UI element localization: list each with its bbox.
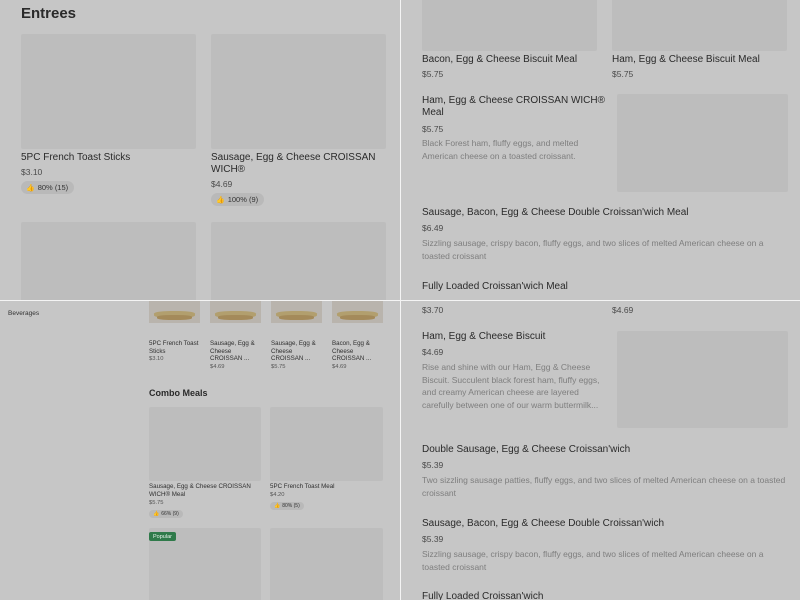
item-image[interactable] bbox=[211, 222, 386, 300]
item-image[interactable] bbox=[149, 407, 261, 481]
item-image[interactable] bbox=[270, 407, 383, 481]
list-item-name[interactable]: Double Sausage, Egg & Cheese Croissan'wi… bbox=[422, 444, 630, 456]
item-price: $3.10 bbox=[21, 167, 43, 177]
list-item-description: Black Forest ham, fluffy eggs, and melte… bbox=[422, 138, 579, 161]
store-page-panel: Beverages 5PC French Toast Sticks $3.10 … bbox=[0, 301, 400, 600]
item-image[interactable] bbox=[210, 301, 261, 323]
item-image[interactable] bbox=[271, 301, 322, 323]
thumbs-up-icon: 👍 bbox=[274, 503, 281, 509]
list-item-name[interactable]: Sausage, Bacon, Egg & Cheese Double Croi… bbox=[422, 207, 689, 219]
item-image[interactable] bbox=[21, 34, 196, 149]
section-title-entrees: Entrees bbox=[21, 5, 77, 22]
list-item-price: $6.49 bbox=[422, 223, 444, 233]
item-name[interactable]: 5PC French Toast Sticks bbox=[21, 152, 196, 164]
item-price: $4.69 bbox=[612, 305, 634, 315]
list-item-name[interactable]: Ham, Egg & Cheese CROISSAN WICH® Meal bbox=[422, 95, 607, 119]
thumbs-up-icon: 👍 bbox=[26, 184, 35, 192]
rating-text: 80% (15) bbox=[37, 183, 69, 192]
item-image[interactable] bbox=[612, 0, 787, 51]
item-image[interactable] bbox=[149, 301, 200, 323]
item-name[interactable]: Sausage, Egg & Cheese CROISSAN ... bbox=[210, 340, 260, 363]
item-image[interactable] bbox=[617, 94, 788, 192]
item-image[interactable] bbox=[211, 34, 386, 149]
item-name[interactable]: Sausage, Egg & Cheese CROISSAN ... bbox=[271, 340, 323, 363]
item-name[interactable]: 5PC French Toast Meal bbox=[270, 483, 380, 491]
breakfast-list-panel: $3.70 $4.69 Ham, Egg & Cheese Biscuit $4… bbox=[401, 301, 800, 600]
list-item-price: $5.39 bbox=[422, 460, 444, 470]
item-price: $5.75 bbox=[422, 69, 444, 79]
item-name[interactable]: Ham, Egg & Cheese Biscuit Meal bbox=[612, 54, 760, 66]
section-title-combo-meals: Combo Meals bbox=[149, 388, 208, 398]
rating-badge: 👍 80% (5) bbox=[270, 502, 304, 510]
list-item-description: Rise and shine with our Ham, Egg & Chees… bbox=[422, 362, 600, 410]
list-item-description: Sizzling sausage, crispy bacon, fluffy e… bbox=[422, 549, 764, 572]
rating-text: 66% (9) bbox=[161, 511, 179, 517]
item-price: $3.10 bbox=[149, 356, 164, 362]
list-item-name[interactable]: Fully Loaded Croissan'wich bbox=[422, 591, 543, 600]
item-price: $4.69 bbox=[211, 179, 233, 189]
item-name[interactable]: 5PC French Toast Sticks bbox=[149, 340, 199, 355]
item-name[interactable]: Bacon, Egg & Cheese Biscuit Meal bbox=[422, 54, 577, 66]
sidebar-item-beverages[interactable]: Beverages bbox=[8, 310, 39, 317]
list-item-price: $4.69 bbox=[422, 347, 444, 357]
list-item-name[interactable]: Fully Loaded Croissan'wich Meal bbox=[422, 281, 568, 293]
item-price: $5.75 bbox=[149, 500, 164, 506]
rating-badge: 👍 66% (9) bbox=[149, 510, 183, 518]
item-image[interactable] bbox=[270, 528, 383, 600]
list-item-name[interactable]: Sausage, Bacon, Egg & Cheese Double Croi… bbox=[422, 518, 664, 530]
list-item-name[interactable]: Ham, Egg & Cheese Biscuit bbox=[422, 331, 545, 343]
entrees-panel: Entrees 5PC French Toast Sticks $3.10 👍 … bbox=[0, 0, 400, 300]
thumbs-up-icon: 👍 bbox=[153, 511, 160, 517]
rating-badge: 👍 80% (15) bbox=[21, 181, 75, 194]
rating-text: 100% (9) bbox=[227, 195, 259, 204]
item-price: $4.69 bbox=[332, 364, 347, 370]
item-image[interactable] bbox=[422, 0, 597, 51]
item-price: $5.75 bbox=[612, 69, 634, 79]
list-item-description: Sizzling sausage, crispy bacon, fluffy e… bbox=[422, 238, 764, 261]
item-price: $3.70 bbox=[422, 305, 444, 315]
item-name[interactable]: Sausage, Egg & Cheese CROISSAN WICH® Mea… bbox=[149, 483, 259, 498]
horizontal-divider bbox=[0, 300, 800, 301]
list-item-price: $5.75 bbox=[422, 124, 444, 134]
popular-badge: Popular bbox=[149, 532, 176, 541]
item-name[interactable]: Sausage, Egg & Cheese CROISSAN WICH® bbox=[211, 152, 386, 176]
list-item-description: Two sizzling sausage patties, fluffy egg… bbox=[422, 475, 786, 498]
item-name[interactable]: Bacon, Egg & Cheese CROISSAN ... bbox=[332, 340, 382, 363]
item-image[interactable] bbox=[617, 331, 788, 428]
item-image[interactable] bbox=[332, 301, 383, 323]
item-price: $4.20 bbox=[270, 492, 285, 498]
combo-list-panel: Bacon, Egg & Cheese Biscuit Meal $5.75 H… bbox=[401, 0, 800, 300]
thumbs-up-icon: 👍 bbox=[216, 196, 225, 204]
item-price: $5.75 bbox=[271, 364, 286, 370]
rating-text: 80% (5) bbox=[282, 503, 300, 509]
list-item-price: $5.39 bbox=[422, 534, 444, 544]
rating-badge: 👍 100% (9) bbox=[211, 193, 265, 206]
item-price: $4.69 bbox=[210, 364, 225, 370]
item-image[interactable] bbox=[21, 222, 196, 300]
